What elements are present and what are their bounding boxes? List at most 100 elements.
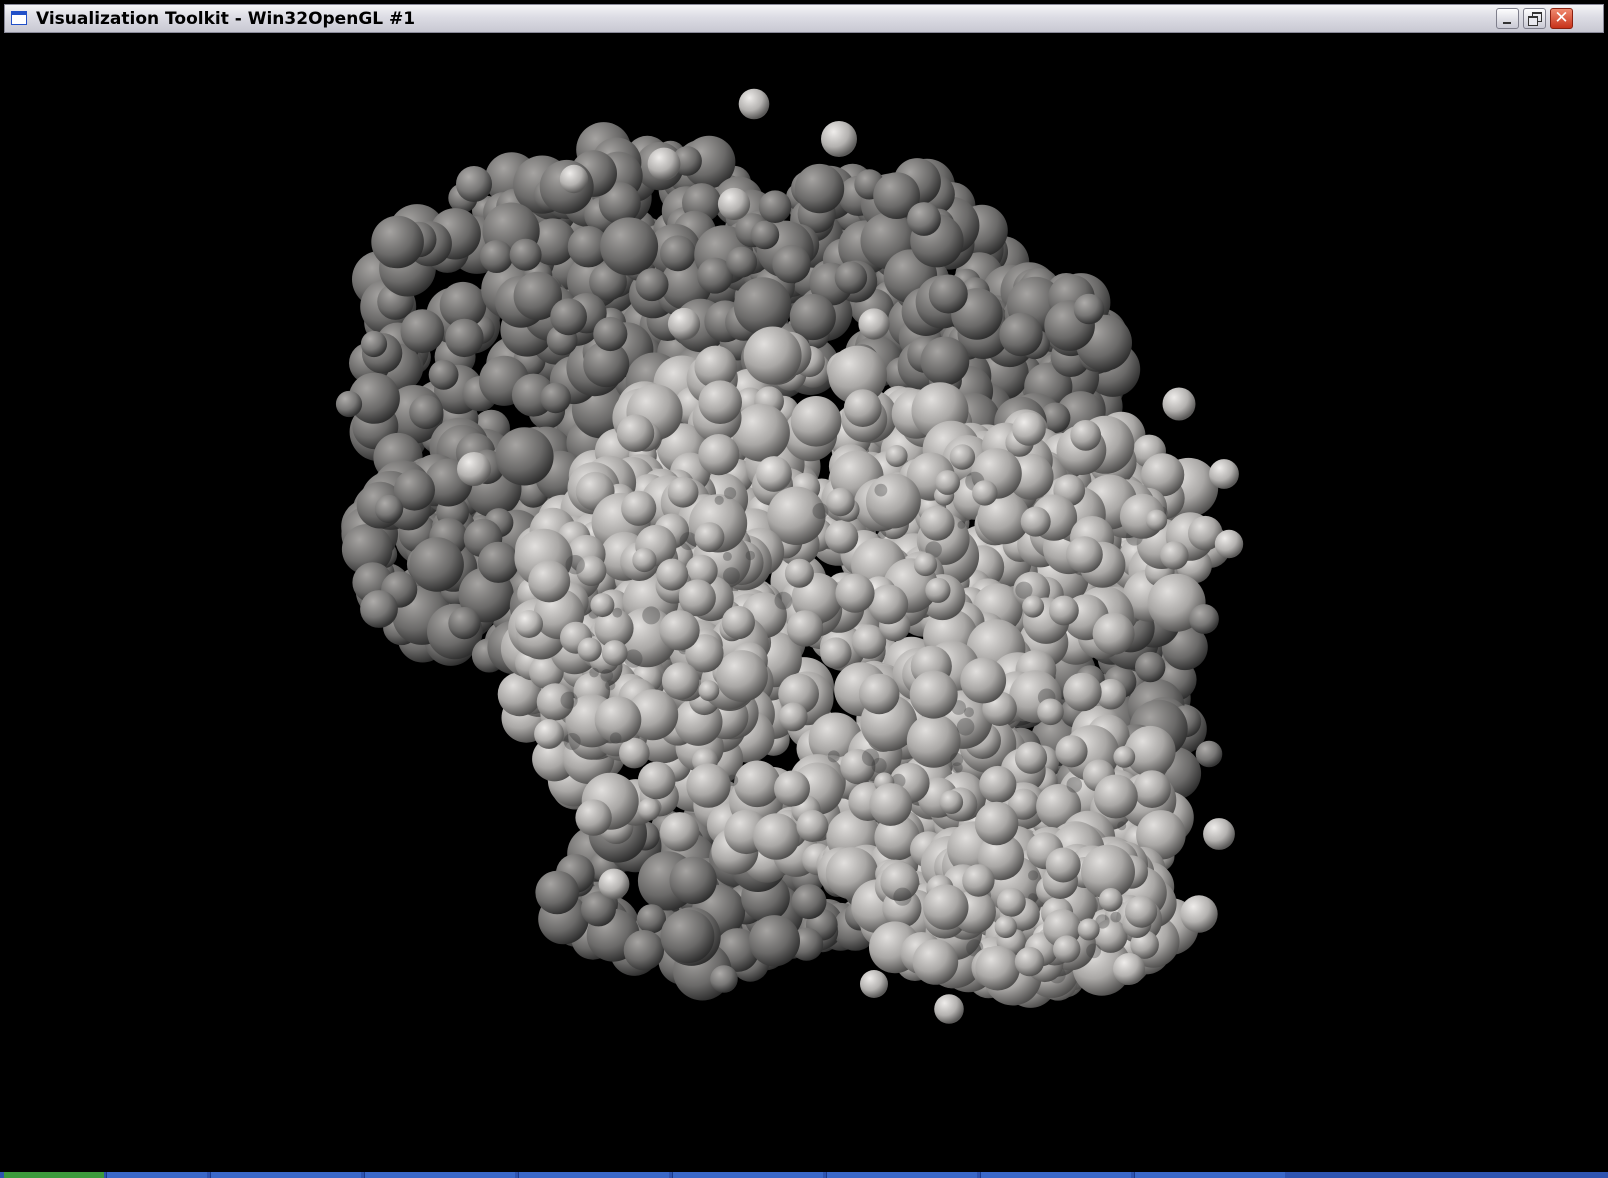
surface-atom — [656, 558, 689, 591]
surface-atom — [1113, 746, 1136, 768]
surface-atom — [335, 390, 363, 418]
surface-atom — [1037, 698, 1064, 726]
surface-atom — [723, 567, 740, 584]
surface-atom — [1055, 735, 1088, 768]
surface-atom — [717, 187, 751, 221]
surface-atom — [495, 427, 554, 486]
surface-atom — [601, 640, 628, 666]
surface-atom — [600, 217, 659, 276]
surface-atom — [1014, 946, 1045, 977]
surface-atom — [939, 790, 964, 814]
surface-atom — [457, 452, 491, 486]
surface-atom — [784, 558, 814, 588]
surface-atom — [480, 240, 513, 273]
surface-atom — [716, 650, 768, 702]
taskbar-item[interactable] — [826, 1172, 977, 1178]
surface-atom — [1014, 741, 1048, 774]
surface-atom — [907, 202, 941, 236]
surface-atom — [667, 476, 699, 508]
surface-atom — [1189, 604, 1219, 634]
surface-atom — [1066, 536, 1103, 573]
surface-atom — [605, 680, 616, 691]
surface-atom — [975, 945, 1020, 991]
taskbar-item[interactable] — [980, 1172, 1131, 1178]
close-icon: ✕ — [1554, 8, 1569, 28]
surface-atom — [758, 190, 792, 223]
surface-atom — [1070, 420, 1102, 451]
surface-atom — [559, 164, 589, 194]
surface-atom — [660, 909, 715, 964]
window-border-right — [1600, 34, 1608, 1178]
taskbar-item[interactable] — [672, 1172, 823, 1178]
surface-atom — [1073, 293, 1105, 325]
surface-atom — [974, 801, 1019, 846]
surface-atom — [612, 607, 623, 618]
surface-atom — [714, 495, 724, 505]
surface-atom — [1077, 918, 1100, 941]
window-title: Visualization Toolkit - Win32OpenGL #1 — [36, 9, 416, 29]
surface-atom — [550, 298, 587, 336]
surface-atom — [577, 637, 602, 662]
taskbar-strip[interactable] — [0, 1172, 1608, 1178]
surface-atom — [660, 235, 696, 272]
surface-atom — [560, 691, 578, 709]
start-button[interactable] — [4, 1172, 104, 1178]
opengl-viewport[interactable] — [4, 34, 1604, 1144]
window-titlebar[interactable]: Visualization Toolkit - Win32OpenGL #1 ✕ — [4, 4, 1604, 33]
surface-atom — [1049, 595, 1079, 626]
surface-atom — [950, 752, 964, 767]
surface-atom — [1160, 541, 1189, 570]
surface-atom — [753, 813, 800, 860]
vtk-window-icon[interactable] — [11, 11, 27, 25]
surface-atom — [756, 456, 792, 492]
surface-atom — [1162, 387, 1196, 421]
surface-atom — [698, 380, 742, 425]
surface-atom — [812, 503, 829, 519]
surface-atom — [860, 970, 888, 998]
surface-atom — [743, 326, 802, 385]
surface-atom — [1022, 595, 1045, 618]
surface-atom — [477, 541, 519, 583]
surface-atom — [589, 667, 599, 678]
molecule-render — [335, 88, 1244, 1024]
surface-atom — [667, 307, 701, 341]
surface-atom — [925, 577, 951, 603]
surface-atom — [994, 915, 1017, 939]
surface-atom — [962, 864, 995, 897]
taskbar-item[interactable] — [364, 1172, 515, 1178]
surface-atom — [791, 884, 827, 920]
surface-atom — [794, 163, 845, 214]
restore-button[interactable] — [1523, 8, 1546, 29]
surface-atom — [999, 312, 1043, 357]
minimize-button[interactable] — [1496, 8, 1519, 29]
surface-atom — [448, 607, 481, 640]
surface-atom — [1053, 935, 1081, 963]
surface-atom — [913, 552, 938, 577]
taskbar-item[interactable] — [518, 1172, 669, 1178]
taskbar-item[interactable] — [106, 1172, 207, 1178]
surface-atom — [724, 487, 737, 500]
surface-atom — [738, 88, 770, 120]
surface-atom — [919, 505, 955, 541]
taskbar-item[interactable] — [210, 1172, 361, 1178]
surface-atom — [600, 669, 614, 682]
surface-atom — [979, 765, 1017, 804]
surface-atom — [642, 606, 661, 625]
surface-atom — [821, 121, 857, 157]
surface-atom — [669, 856, 717, 905]
close-button[interactable]: ✕ — [1550, 8, 1573, 29]
surface-atom — [1209, 459, 1239, 489]
surface-atom — [858, 308, 890, 340]
surface-atom — [909, 670, 958, 719]
surface-atom — [778, 702, 808, 732]
surface-atom — [1092, 612, 1135, 655]
surface-atom — [885, 445, 908, 467]
surface-atom — [949, 444, 976, 470]
surface-atom — [912, 939, 959, 985]
taskbar-item[interactable] — [1134, 1172, 1285, 1178]
surface-atom — [661, 662, 700, 700]
surface-atom — [871, 757, 887, 774]
restore-icon-front — [1528, 16, 1538, 26]
surface-atom — [722, 551, 732, 561]
surface-atom — [598, 868, 630, 900]
